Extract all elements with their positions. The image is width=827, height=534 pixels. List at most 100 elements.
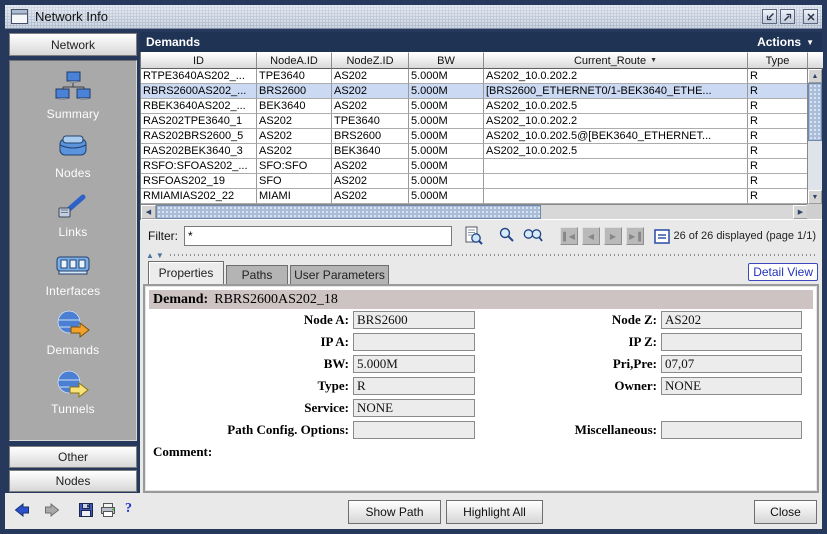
field-label: Path Config. Options:: [149, 421, 349, 438]
tab-properties[interactable]: Properties: [148, 261, 224, 284]
table-cell-type: R: [748, 174, 808, 189]
field-value[interactable]: 5.000M: [353, 355, 475, 373]
column-header-current_route[interactable]: Current_Route▼: [484, 52, 748, 69]
table-cell-bw: 5.000M: [409, 144, 484, 159]
sort-descending-icon: ▼: [650, 57, 657, 64]
field-value[interactable]: BRS2600: [353, 311, 475, 329]
sidebar-item-summary[interactable]: Summary: [47, 71, 100, 121]
table-cell-id: RMIAMIAS202_22: [141, 189, 257, 204]
vertical-scrollbar-thumb[interactable]: [808, 83, 822, 141]
detail-view-button[interactable]: Detail View: [748, 263, 818, 281]
sidebar-section-nodes-button[interactable]: Nodes: [9, 470, 137, 492]
first-page-icon[interactable]: ▌◀: [560, 227, 578, 245]
previous-page-icon[interactable]: ◀: [582, 227, 600, 245]
table-cell-id: RBRS2600AS202_...: [141, 84, 257, 99]
sidebar-item-nodes[interactable]: Nodes: [55, 130, 91, 180]
show-path-button[interactable]: Show Path: [348, 500, 441, 524]
table-cell-bw: 5.000M: [409, 99, 484, 114]
scroll-left-icon[interactable]: ◀: [141, 205, 156, 219]
column-header-bw[interactable]: BW: [409, 52, 484, 69]
table-cell-current_route: AS202_10.0.202.5: [484, 144, 748, 159]
table-cell-current_route: [BRS2600_ETHERNET0/1-BEK3640_ETHE...: [484, 84, 748, 99]
tab-paths[interactable]: Paths: [226, 265, 288, 284]
splitter-grip[interactable]: [170, 254, 818, 256]
filter-search-document-icon[interactable]: [464, 226, 484, 246]
actions-menu-button[interactable]: Actions ▼: [757, 32, 814, 52]
horizontal-scrollbar-thumb[interactable]: [156, 205, 541, 219]
column-header-label: ID: [193, 55, 204, 67]
sidebar-item-interfaces[interactable]: Interfaces: [46, 248, 101, 298]
sidebar-section-network-button[interactable]: Network: [9, 33, 137, 56]
filter-label: Filter:: [148, 229, 178, 243]
field-value[interactable]: 07,07: [661, 355, 802, 373]
field-label: Node Z:: [485, 311, 657, 328]
next-page-icon[interactable]: ▶: [604, 227, 622, 245]
column-header-type[interactable]: Type: [748, 52, 808, 69]
table-cell-type: R: [748, 99, 808, 114]
field-value[interactable]: NONE: [353, 399, 475, 417]
page-list-icon[interactable]: [654, 229, 670, 244]
sidebar-section-other-button[interactable]: Other: [9, 446, 137, 468]
field-label: Node A:: [149, 311, 349, 328]
column-header-nodea.id[interactable]: NodeA.ID: [257, 52, 332, 69]
last-page-icon[interactable]: ▶▐: [626, 227, 644, 245]
sidebar-icon-panel: Summary Nodes Links Interfaces Demands Tunnel…: [9, 60, 137, 441]
table-cell-type: R: [748, 69, 808, 84]
sidebar-item-tunnels[interactable]: Tunnels: [51, 366, 95, 416]
field-value[interactable]: NONE: [661, 377, 802, 395]
main-panel: Demands Actions ▼ IDNodeA.IDNodeZ.IDBWCu…: [140, 32, 822, 493]
horizontal-scrollbar[interactable]: ◀ ▶: [141, 204, 808, 219]
split-pane-divider[interactable]: ▲▼: [140, 250, 822, 260]
maximize-window-icon[interactable]: [780, 9, 795, 24]
column-header-nodez.id[interactable]: NodeZ.ID: [332, 52, 409, 69]
close-button[interactable]: Close: [754, 500, 817, 524]
table-row[interactable]: RSFOAS202_19SFOAS2025.000MR: [141, 174, 808, 189]
table-row[interactable]: RAS202TPE3640_1AS202TPE36405.000MAS202_1…: [141, 114, 808, 129]
table-row[interactable]: RBRS2600AS202_...BRS2600AS2025.000M[BRS2…: [141, 84, 808, 99]
scroll-up-icon[interactable]: ▲: [808, 69, 822, 83]
table-cell-id: RSFOAS202_19: [141, 174, 257, 189]
vertical-scrollbar[interactable]: ▲ ▼: [807, 69, 822, 204]
zoom-all-icon[interactable]: [522, 226, 544, 246]
table-cell-type: R: [748, 129, 808, 144]
filter-input[interactable]: [184, 226, 452, 246]
table-row[interactable]: RTPE3640AS202_...TPE3640AS2025.000MAS202…: [141, 69, 808, 84]
forward-icon[interactable]: [44, 502, 61, 518]
splitter-collapse-icons[interactable]: ▲▼: [146, 251, 166, 260]
sidebar-item-demands[interactable]: Demands: [47, 307, 100, 357]
scroll-right-icon[interactable]: ▶: [793, 205, 808, 219]
table-row[interactable]: RAS202BEK3640_3AS202BEK36405.000MAS202_1…: [141, 144, 808, 159]
back-icon[interactable]: [14, 502, 31, 518]
table-cell-node_a: SFO: [257, 174, 332, 189]
table-cell-bw: 5.000M: [409, 189, 484, 204]
field-value[interactable]: [353, 421, 475, 439]
close-window-icon[interactable]: [803, 9, 818, 24]
field-value[interactable]: AS202: [661, 311, 802, 329]
table-cell-node_z: AS202: [332, 69, 409, 84]
field-value[interactable]: [353, 333, 475, 351]
table-row[interactable]: RAS202BRS2600_5AS202BRS26005.000MAS202_1…: [141, 129, 808, 144]
summary-network-icon: [55, 71, 91, 105]
column-header-label: Type: [766, 55, 790, 67]
zoom-icon[interactable]: [498, 226, 516, 246]
print-icon[interactable]: [100, 502, 117, 518]
field-value[interactable]: [661, 333, 802, 351]
table-row[interactable]: RSFO:SFOAS202_...SFO:SFOAS2025.000MR: [141, 159, 808, 174]
sidebar-item-links[interactable]: Links: [55, 189, 91, 239]
save-icon[interactable]: [78, 502, 95, 518]
table-row[interactable]: RBEK3640AS202_...BEK3640AS2025.000MAS202…: [141, 99, 808, 114]
properties-panel: Demand: RBRS2600AS202_18 Node A:BRS2600N…: [143, 284, 819, 493]
tab-bar: PropertiesPathsUser Parameters Detail Vi…: [140, 261, 822, 284]
table-cell-node_a: MIAMI: [257, 189, 332, 204]
table-row[interactable]: RMIAMIAS202_22MIAMIAS2025.000MR: [141, 189, 808, 204]
table-cell-node_z: AS202: [332, 84, 409, 99]
field-value[interactable]: R: [353, 377, 475, 395]
tab-user-parameters[interactable]: User Parameters: [290, 265, 389, 284]
column-header-id[interactable]: ID: [141, 52, 257, 69]
table-cell-id: RAS202BRS2600_5: [141, 129, 257, 144]
field-value[interactable]: [661, 421, 802, 439]
help-icon[interactable]: ?: [125, 501, 132, 517]
minimize-window-icon[interactable]: [762, 9, 777, 24]
scroll-down-icon[interactable]: ▼: [808, 190, 822, 204]
highlight-all-button[interactable]: Highlight All: [446, 500, 543, 524]
